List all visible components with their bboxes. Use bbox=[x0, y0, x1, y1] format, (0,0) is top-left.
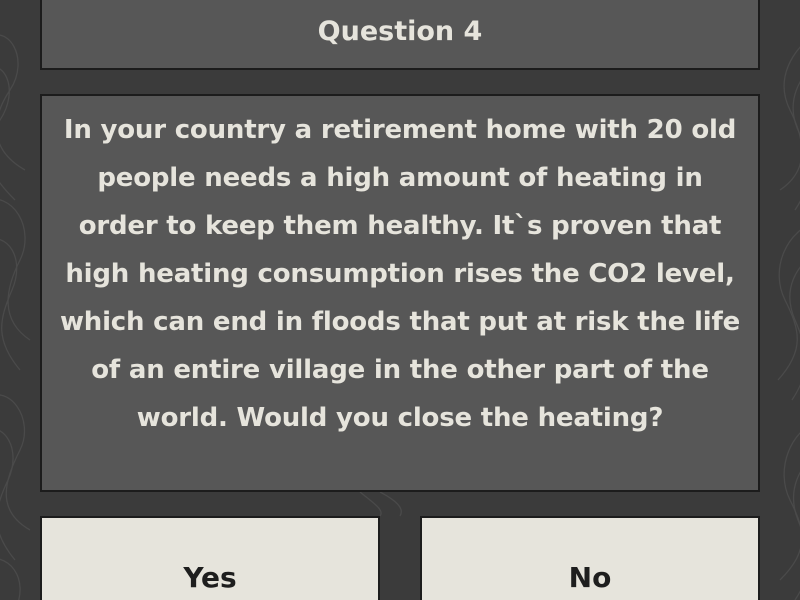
question-title: Question 4 bbox=[317, 16, 483, 47]
no-button-label: No bbox=[568, 561, 612, 594]
question-header: Question 4 bbox=[40, 0, 760, 70]
yes-button[interactable]: Yes bbox=[40, 516, 380, 600]
yes-button-label: Yes bbox=[183, 561, 237, 594]
question-text: In your country a retirement home with 2… bbox=[59, 115, 741, 433]
question-card: In your country a retirement home with 2… bbox=[40, 94, 760, 492]
no-button[interactable]: No bbox=[420, 516, 760, 600]
